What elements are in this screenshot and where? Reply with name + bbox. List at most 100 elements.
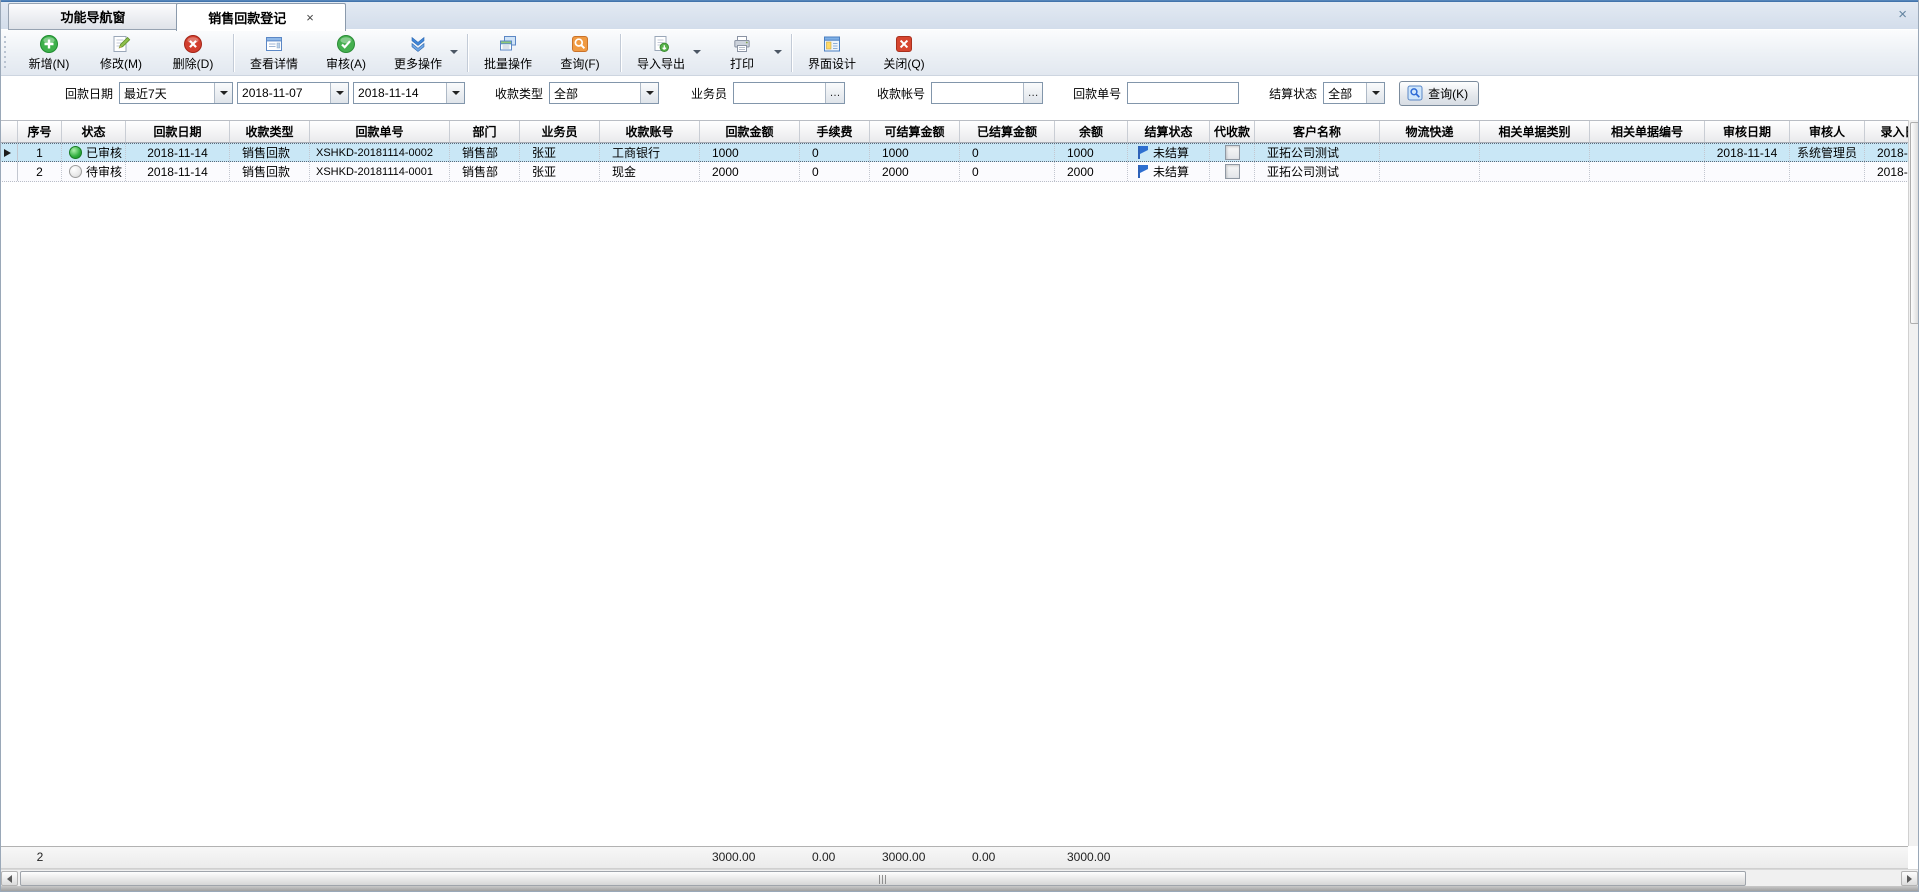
grid-header-cell-amount[interactable]: 回款金额: [700, 121, 800, 142]
date-to-select[interactable]: 2018-11-14: [353, 82, 465, 104]
grid-header-cell-settled[interactable]: 已结算金额: [960, 121, 1055, 142]
chevron-down-icon[interactable]: [330, 83, 348, 103]
grid-header-cell-collection[interactable]: 代收款: [1210, 121, 1255, 142]
tab-close-icon[interactable]: ×: [306, 11, 314, 24]
toolbar: 新增(N) 修改(M) 删除(D) 查看详情 审核(A) 更多操作 批量操作 查…: [1, 30, 1918, 76]
chevron-down-icon[interactable]: [1366, 83, 1384, 103]
cell-settled: 0: [960, 162, 1055, 181]
grid-header-cell-audit_date[interactable]: 审核日期: [1705, 121, 1790, 142]
query-button[interactable]: 查询(K): [1399, 81, 1479, 106]
collection-checkbox[interactable]: [1225, 164, 1240, 179]
grid-header-cell-salesman[interactable]: 业务员: [520, 121, 600, 142]
grid-header-cell-customer[interactable]: 客户名称: [1255, 121, 1380, 142]
summary-amount: 3000.00: [700, 847, 800, 868]
grid-header-cell-billno[interactable]: 回款单号: [310, 121, 450, 142]
grid-header-cell-dept[interactable]: 部门: [450, 121, 520, 142]
grid-header-cell-balance[interactable]: 余额: [1055, 121, 1128, 142]
chevron-down-icon[interactable]: [450, 50, 458, 54]
cell-fee: 0: [800, 162, 870, 181]
cell-entry_date: 2018-11-14: [1865, 162, 1909, 181]
cell-logistics: [1380, 162, 1480, 181]
tab-sales-payment-register[interactable]: 销售回款登记 ×: [176, 3, 346, 31]
grid-header-cell-no[interactable]: 序号: [18, 121, 62, 142]
chevron-down-icon[interactable]: [640, 83, 658, 103]
account-label: 收款帐号: [877, 85, 925, 102]
cell-billno: XSHKD-20181114-0001: [310, 162, 450, 181]
ui-design-button[interactable]: 界面设计: [796, 30, 868, 76]
chevron-down-icon[interactable]: [446, 83, 464, 103]
edit-button[interactable]: 修改(M): [85, 30, 157, 76]
toolbar-button-label: 批量操作: [484, 55, 532, 72]
grid-header-cell-logistics[interactable]: 物流快递: [1380, 121, 1480, 142]
grid-header-cell-entry_date[interactable]: 录入日期: [1865, 121, 1909, 142]
v-scrollbar[interactable]: [1908, 120, 1919, 846]
chevron-down-icon[interactable]: [214, 83, 232, 103]
settle-status-value: 全部: [1324, 85, 1366, 102]
date-range-select[interactable]: 最近7天: [119, 82, 233, 104]
grid-header-cell-status[interactable]: 状态: [62, 121, 126, 142]
cell-indicator: [0, 144, 18, 161]
row-indicator-icon: [4, 149, 11, 157]
grid-header-cell-fee[interactable]: 手续费: [800, 121, 870, 142]
v-scroll-thumb[interactable]: [1910, 122, 1919, 324]
toolbar-grip[interactable]: [4, 36, 8, 70]
grid-header-cell-type[interactable]: 收款类型: [230, 121, 310, 142]
scroll-left-button[interactable]: [1, 871, 18, 886]
import-export-button[interactable]: 导入导出: [625, 30, 706, 76]
query-toolbar-button[interactable]: 查询(F): [544, 30, 616, 76]
cell-doc_type: [1480, 144, 1590, 161]
salesman-input[interactable]: [734, 83, 825, 103]
close-icon[interactable]: ×: [1898, 7, 1907, 22]
h-scroll-thumb[interactable]: [20, 871, 1746, 886]
account-input[interactable]: [932, 83, 1023, 103]
chevron-down-icon[interactable]: [693, 50, 701, 54]
add-button[interactable]: 新增(N): [13, 30, 85, 76]
grid-header-cell-doc_type[interactable]: 相关单据类别: [1480, 121, 1590, 142]
delete-button[interactable]: 删除(D): [157, 30, 229, 76]
cell-collection: [1210, 162, 1255, 181]
account-lookup: …: [931, 82, 1043, 104]
add-icon: [39, 33, 59, 54]
cell-dept: 销售部: [450, 144, 520, 161]
date-from-value: 2018-11-07: [238, 86, 330, 100]
payment-type-select[interactable]: 全部: [549, 82, 659, 104]
close-window-button[interactable]: 关闭(Q): [868, 30, 940, 76]
tab-function-navigator[interactable]: 功能导航窗: [8, 3, 178, 30]
print-button[interactable]: 打印: [706, 30, 787, 76]
table-row[interactable]: 2待审核2018-11-14销售回款XSHKD-20181114-0001销售部…: [0, 162, 1909, 182]
tab-label: 功能导航窗: [60, 7, 125, 26]
grid-header-cell-account[interactable]: 收款账号: [600, 121, 700, 142]
toolbar-button-label: 更多操作: [394, 55, 442, 72]
collection-checkbox[interactable]: [1225, 145, 1240, 160]
search-icon: [1407, 85, 1423, 101]
h-scrollbar[interactable]: [0, 869, 1919, 887]
cell-date: 2018-11-14: [126, 162, 230, 181]
account-lookup-button[interactable]: …: [1023, 83, 1042, 103]
scroll-right-button[interactable]: [1901, 871, 1918, 886]
chevron-down-icon[interactable]: [774, 50, 782, 54]
grid-header-cell-auditor[interactable]: 审核人: [1790, 121, 1865, 142]
cell-account: 工商银行: [600, 144, 700, 161]
settle-status-label: 结算状态: [1269, 85, 1317, 102]
toolbar-separator: [791, 34, 792, 72]
approve-button[interactable]: 审核(A): [310, 30, 382, 76]
more-actions-button[interactable]: 更多操作: [382, 30, 463, 76]
billno-input[interactable]: [1127, 82, 1239, 104]
settle-status-label: 未结算: [1153, 144, 1189, 161]
settle-status-select[interactable]: 全部: [1323, 82, 1385, 104]
grid-header-cell-settle_status[interactable]: 结算状态: [1128, 121, 1210, 142]
more-actions-icon: [408, 33, 428, 54]
table-row[interactable]: 1已审核2018-11-14销售回款XSHKD-20181114-0002销售部…: [0, 143, 1909, 162]
grid-header-cell-settleable[interactable]: 可结算金额: [870, 121, 960, 142]
salesman-lookup-button[interactable]: …: [825, 83, 844, 103]
flag-icon: [1137, 146, 1149, 159]
grid-header-cell-date[interactable]: 回款日期: [126, 121, 230, 142]
grid-rows: 1已审核2018-11-14销售回款XSHKD-20181114-0002销售部…: [0, 143, 1908, 182]
date-from-select[interactable]: 2018-11-07: [237, 82, 349, 104]
view-details-button[interactable]: 查看详情: [238, 30, 310, 76]
batch-actions-button[interactable]: 批量操作: [472, 30, 544, 76]
close-icon: [894, 33, 914, 54]
billno-label: 回款单号: [1073, 85, 1121, 102]
delete-icon: [183, 33, 203, 54]
grid-header-cell-doc_no[interactable]: 相关单据编号: [1590, 121, 1705, 142]
